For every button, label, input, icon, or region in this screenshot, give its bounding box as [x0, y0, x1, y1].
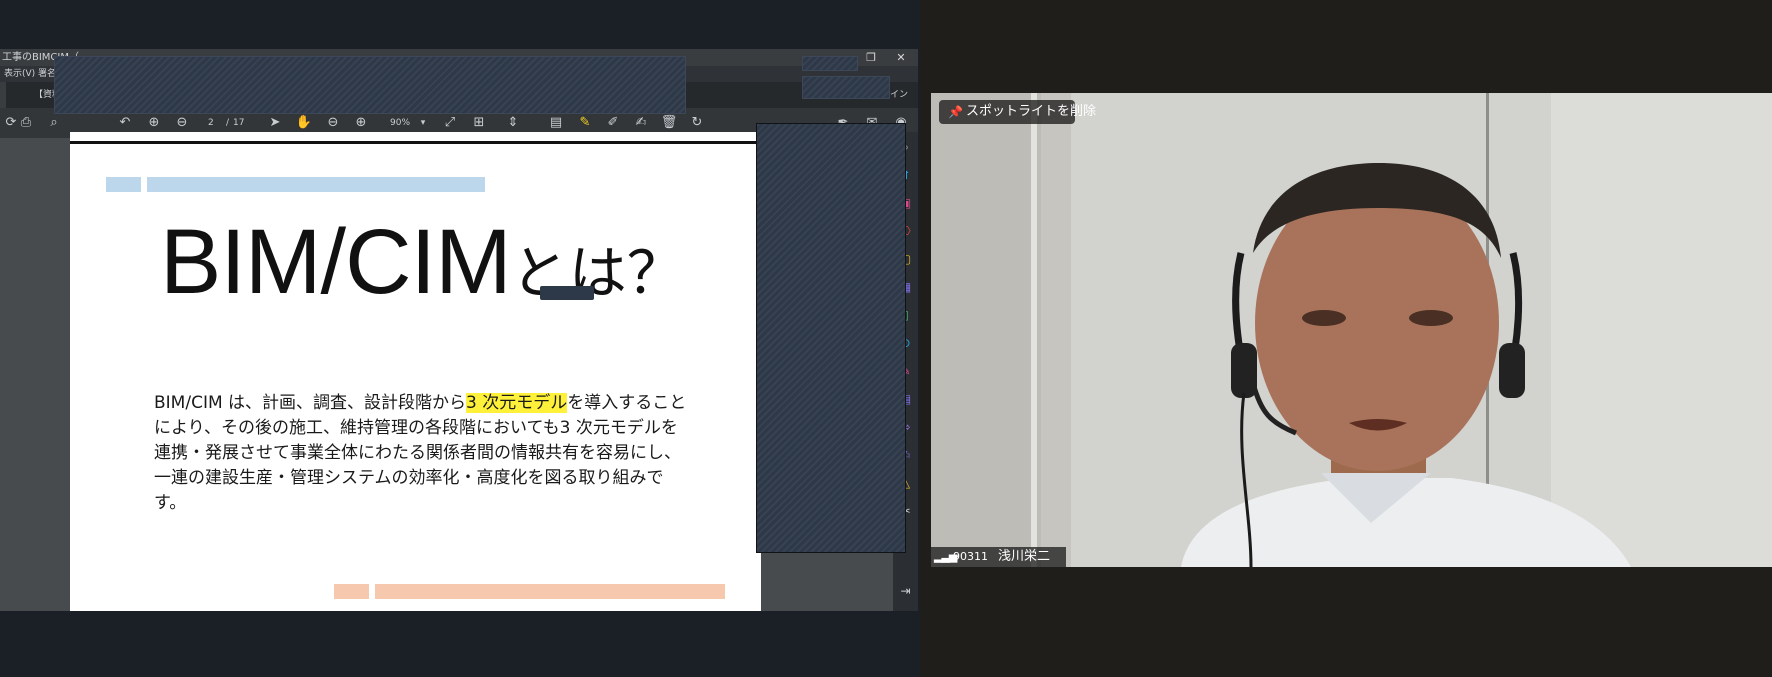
slide-title-main: BIM/CIM [160, 211, 512, 313]
print-icon[interactable]: ⎙ [15, 113, 37, 133]
accent-bar [334, 584, 369, 599]
restore-button[interactable]: ❐ [860, 49, 882, 66]
search-icon[interactable]: ⌕ [43, 113, 65, 133]
rotate-icon[interactable]: ↻ [686, 113, 708, 133]
scroll-mode-icon[interactable]: ⇕ [502, 113, 524, 133]
participant-name: 浅川栄二 [998, 549, 1051, 564]
participant-id: 90311 [953, 550, 988, 563]
tab-edge [0, 82, 6, 108]
accent-bar [375, 584, 725, 599]
zoom-level[interactable]: 90% [390, 113, 410, 133]
fit-page-icon[interactable]: ⤢ [439, 113, 461, 133]
participant-video[interactable] [931, 93, 1772, 567]
slide-title-suffix: とは？ [510, 241, 685, 306]
page-current[interactable]: 2 [208, 113, 214, 133]
body-text: BIM/CIM は、計画、調査、設計段階から [154, 393, 467, 413]
delete-icon[interactable]: 🗑 [658, 113, 680, 133]
video-frame [931, 93, 1772, 567]
slide-title: BIM/CIMとは？ [160, 212, 685, 324]
zoom-in-icon[interactable]: ⊕ [350, 113, 372, 133]
pin-icon: 📌 [948, 105, 963, 119]
zoom-out-icon[interactable]: ⊖ [322, 113, 344, 133]
select-cursor-icon[interactable]: ➤ [264, 113, 286, 133]
redaction-box [756, 123, 906, 553]
menu-view[interactable]: 表示(V) [4, 66, 35, 82]
redaction-box [540, 286, 594, 300]
draw-icon[interactable]: ✐ [602, 113, 624, 133]
redaction-box [54, 56, 686, 114]
slide-body-text: BIM/CIM は、計画、調査、設計段階から3 次元モデルを導入することにより、… [154, 391, 694, 516]
redaction-box [802, 76, 890, 99]
page-total: 17 [233, 118, 245, 128]
collapse-panel-icon[interactable]: ⇥ [896, 582, 915, 601]
page-separator: / [226, 118, 230, 128]
remove-spotlight-button[interactable]: 📌 スポットライトを削除 [939, 100, 1096, 124]
undo-icon[interactable]: ↶ [114, 113, 136, 133]
highlighter-icon[interactable]: ✎ [574, 113, 596, 133]
accent-bar [147, 177, 485, 192]
page-up-icon[interactable]: ⊕ [143, 113, 165, 133]
accent-bar [106, 177, 141, 192]
page-display-icon[interactable]: ⊞ [468, 113, 490, 133]
redaction-box [802, 56, 858, 71]
hand-icon[interactable]: ✋ [293, 113, 315, 133]
slide-page: BIM/CIMとは？ BIM/CIM は、計画、調査、設計段階から3 次元モデル… [70, 132, 761, 611]
comment-icon[interactable]: ▤ [545, 113, 567, 133]
highlighted-text[interactable]: 3 次元モデル [466, 393, 568, 413]
slide-top-rule [70, 141, 761, 144]
participant-name-tag: ▂▃▅ 90311 浅川栄二 [931, 547, 1066, 567]
sign-in-link[interactable]: イン [890, 82, 908, 108]
close-button[interactable]: ✕ [890, 49, 912, 66]
page-down-icon[interactable]: ⊖ [171, 113, 193, 133]
edit-text-icon[interactable]: ✍ [630, 113, 652, 133]
chevron-down-icon[interactable]: ▾ [412, 113, 434, 133]
remove-spotlight-label: スポットライトを削除 [966, 104, 1097, 119]
